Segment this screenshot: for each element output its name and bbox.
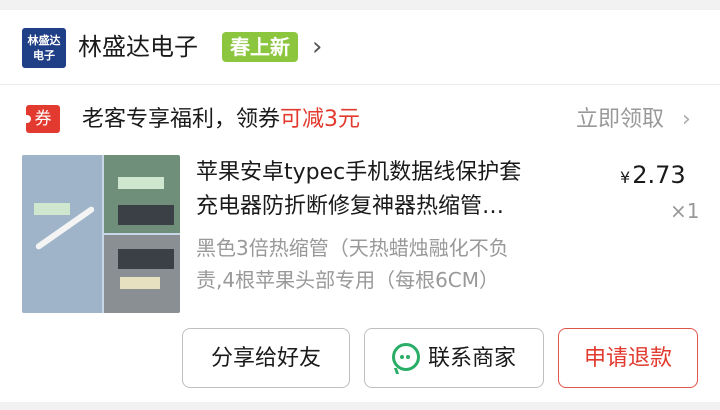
product-price: ¥2.73 (620, 158, 686, 195)
product-spec-line2: 责,4根苹果头部专用（每根6CM） (196, 268, 500, 292)
claim-coupon-link[interactable]: 立即领取 (576, 103, 664, 137)
request-refund-button[interactable]: 申请退款 (558, 328, 698, 388)
shop-header[interactable]: 林盛达 电子 林盛达电子 春上新 › (0, 10, 720, 84)
coupon-row[interactable]: 券 老客专享福利，领券可减3元 立即领取 › (0, 85, 720, 155)
contact-seller-button[interactable]: 联系商家 (364, 328, 544, 388)
bottom-gap (0, 402, 720, 410)
top-gap (0, 0, 720, 10)
shop-logo-line1: 林盛达 (27, 34, 61, 47)
shop-logo-line2: 电子 (33, 49, 55, 62)
coupon-text: 老客专享福利，领券可减3元 (82, 103, 360, 137)
chevron-right-icon[interactable]: › (312, 30, 322, 64)
shop-name[interactable]: 林盛达电子 (78, 30, 198, 64)
share-button[interactable]: 分享给好友 (182, 328, 350, 388)
product-spec-line1: 黑色3倍热缩管（天热蜡烛融化不负 (196, 236, 509, 260)
currency-symbol: ¥ (620, 168, 631, 187)
product-title-line2: 充电器防折断修复神器热缩管… (196, 194, 505, 219)
product-quantity: ×1 (670, 199, 700, 223)
product-spec: 黑色3倍热缩管（天热蜡烛融化不负 责,4根苹果头部专用（每根6CM） (196, 232, 596, 296)
product-thumbnail[interactable] (22, 155, 180, 313)
product-title[interactable]: 苹果安卓typec手机数据线保护套 充电器防折断修复神器热缩管… (196, 156, 596, 224)
chat-bubble-icon (391, 343, 420, 371)
coupon-discount: 可减3元 (280, 107, 361, 132)
price-value: 2.73 (632, 161, 686, 189)
shop-badge: 春上新 (222, 32, 298, 62)
chevron-right-icon[interactable]: › (682, 103, 691, 137)
coupon-text-prefix: 老客专享福利，领券 (82, 107, 281, 132)
product-title-line1: 苹果安卓typec手机数据线保护套 (196, 160, 522, 185)
coupon-tag-icon: 券 (25, 105, 60, 133)
order-card: 林盛达 电子 林盛达电子 春上新 › 券 老客专享福利，领券可减3元 立即领取 … (0, 10, 720, 402)
shop-logo: 林盛达 电子 (22, 28, 66, 68)
contact-seller-label: 联系商家 (427, 346, 516, 371)
